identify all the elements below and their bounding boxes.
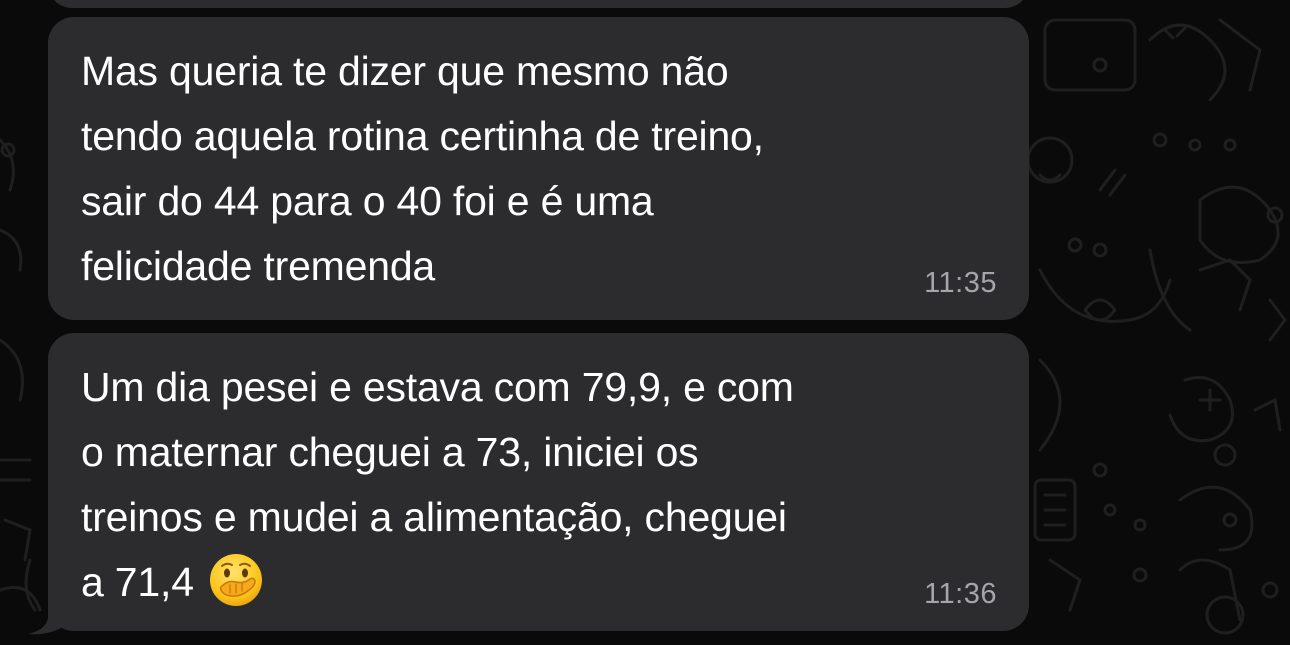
message-text-body: Um dia pesei e estava com 79,9, e com o … xyxy=(81,364,794,605)
message-timestamp: 11:35 xyxy=(924,267,997,299)
message-timestamp: 11:36 xyxy=(924,578,997,610)
message-bubble[interactable]: Mas queria te dizer que mesmo não tendo … xyxy=(48,17,1029,320)
message-text: Um dia pesei e estava com 79,9, e com o … xyxy=(81,355,997,615)
message-bubble[interactable]: Um dia pesei e estava com 79,9, e com o … xyxy=(48,333,1029,631)
previous-message-bubble[interactable] xyxy=(48,0,1029,8)
chat-view: Mas queria te dizer que mesmo não tendo … xyxy=(0,0,1290,645)
message-text: Mas queria te dizer que mesmo não tendo … xyxy=(81,48,764,289)
bubble-tail xyxy=(28,596,68,635)
face-with-hand-over-mouth-icon xyxy=(209,554,262,606)
